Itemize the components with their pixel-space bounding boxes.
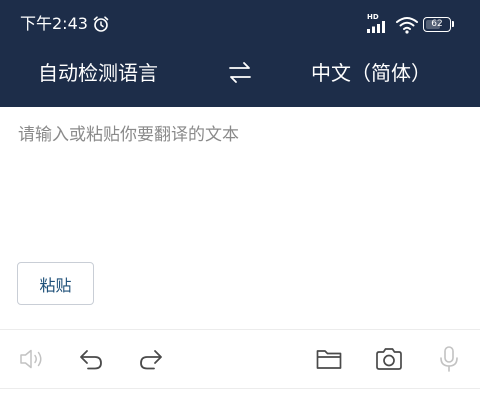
bottom-toolbar: [0, 330, 480, 388]
camera-icon[interactable]: [374, 344, 404, 374]
status-time: 下午2:43: [20, 14, 88, 33]
bottom-divider: [0, 388, 480, 389]
folder-icon[interactable]: [314, 344, 344, 374]
status-bar: 下午2:43 HD 62: [0, 0, 480, 48]
source-text-input[interactable]: [18, 123, 458, 243]
hd-label: HD: [367, 13, 379, 21]
speaker-icon[interactable]: [17, 344, 47, 374]
signal-icon: [367, 21, 385, 33]
source-language-selector[interactable]: 自动检测语言: [38, 48, 158, 98]
battery-indicator: 62: [423, 17, 455, 32]
redo-icon[interactable]: [136, 344, 166, 374]
paste-button[interactable]: 粘贴: [17, 262, 94, 305]
alarm-clock-icon: [93, 16, 109, 32]
microphone-icon[interactable]: [434, 344, 464, 374]
input-area: 粘贴: [0, 107, 480, 329]
language-bar: 自动检测语言 中文（简体）: [0, 48, 480, 107]
wifi-icon: [396, 17, 418, 34]
swap-languages-icon[interactable]: [226, 60, 254, 86]
undo-icon[interactable]: [76, 344, 106, 374]
target-language-selector[interactable]: 中文（简体）: [311, 48, 431, 98]
header: 下午2:43 HD 62 自动检测语言 中文（简体）: [0, 0, 480, 107]
battery-tip: [452, 21, 454, 27]
battery-percent: 62: [431, 19, 443, 29]
